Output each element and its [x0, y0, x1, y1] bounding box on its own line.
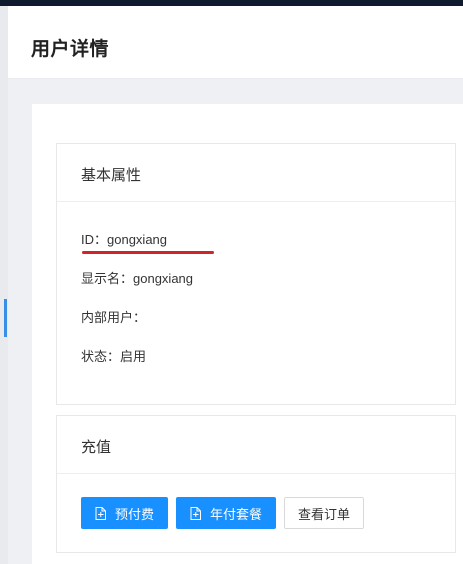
- field-id-label: ID：: [81, 232, 108, 247]
- content-panel: 基本属性 ID：gongxiang 显示名：gongxiang 内部用户： 状态…: [32, 104, 463, 564]
- page-title: 用户详情: [31, 39, 110, 60]
- prepaid-button[interactable]: 预付费: [81, 497, 169, 529]
- view-orders-button[interactable]: 查看订单: [284, 497, 365, 529]
- card-title-basic: 基本属性: [57, 144, 455, 202]
- sidebar-collapsed: [0, 6, 8, 564]
- field-id-value: gongxiang: [107, 232, 168, 247]
- field-display-name-value: gongxiang: [133, 271, 194, 286]
- field-internal-user-label: 内部用户：: [81, 310, 147, 325]
- field-status-label: 状态：: [81, 349, 121, 364]
- field-id: ID：gongxiang: [81, 229, 167, 248]
- annual-plan-button-label: 年付套餐: [210, 506, 263, 522]
- sidebar-active-indicator: [4, 299, 7, 337]
- field-display-name: 显示名：gongxiang: [81, 268, 193, 287]
- annual-plan-button[interactable]: 年付套餐: [176, 497, 277, 529]
- field-display-name-label: 显示名：: [81, 271, 134, 286]
- document-icon: [190, 506, 202, 520]
- field-status-value: 启用: [120, 349, 147, 364]
- basic-attributes-card: 基本属性 ID：gongxiang 显示名：gongxiang 内部用户： 状态…: [56, 143, 456, 405]
- field-internal-user: 内部用户：: [81, 307, 146, 326]
- view-orders-button-label: 查看订单: [298, 506, 351, 522]
- field-status: 状态：启用: [81, 346, 146, 365]
- prepaid-button-label: 预付费: [115, 506, 155, 522]
- page-header: 用户详情: [8, 6, 463, 79]
- card-title-recharge: 充值: [57, 416, 455, 474]
- red-underline-annotation: [82, 251, 214, 254]
- recharge-card: 充值 预付费 年付套餐 查看订单: [56, 415, 456, 553]
- recharge-button-row: 预付费 年付套餐 查看订单: [81, 497, 365, 529]
- document-icon: [95, 506, 106, 520]
